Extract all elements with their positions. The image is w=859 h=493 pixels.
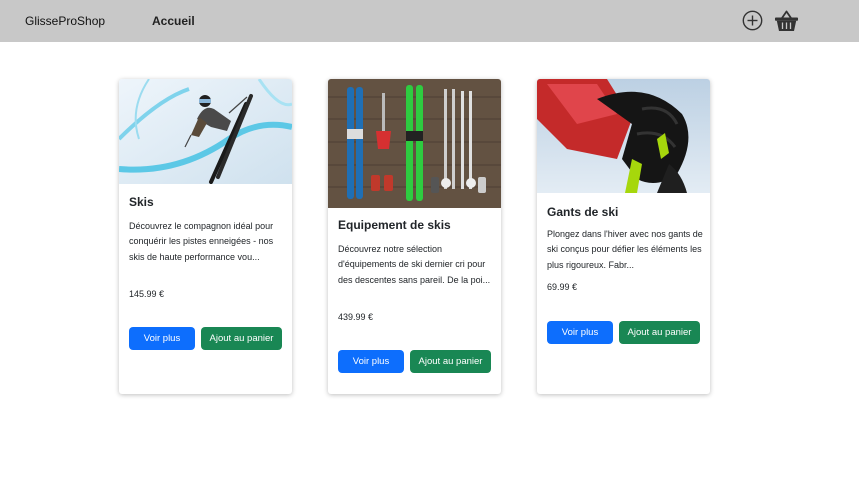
product-title: Equipement de skis <box>338 218 451 232</box>
basket-icon[interactable] <box>774 9 799 33</box>
navbar: GlisseProShop Accueil <box>0 0 859 42</box>
plus-circle-icon[interactable] <box>742 10 763 31</box>
product-image-ski-gloves[interactable] <box>537 79 710 193</box>
add-to-cart-button[interactable]: Ajout au panier <box>410 350 491 373</box>
product-card-ski-gloves: Gants de ski Plongez dans l'hiver avec n… <box>537 79 710 394</box>
product-image-ski-equipment[interactable] <box>328 79 501 208</box>
product-description: Découvrez le compagnon idéal pour conqué… <box>129 221 274 262</box>
view-more-button[interactable]: Voir plus <box>547 321 613 344</box>
product-description: Plongez dans l'hiver avec nos gants de s… <box>547 229 703 270</box>
product-title: Gants de ski <box>547 205 619 219</box>
add-to-cart-button[interactable]: Ajout au panier <box>619 321 700 344</box>
product-price: 69.99 € <box>547 282 578 292</box>
brand-logo[interactable]: GlisseProShop <box>25 14 105 28</box>
product-price: 439.99 € <box>338 312 374 322</box>
nav-link-home[interactable]: Accueil <box>152 14 195 28</box>
product-description: Découvrez notre sélection d'équipements … <box>338 244 491 285</box>
add-to-cart-button[interactable]: Ajout au panier <box>201 327 282 350</box>
view-more-button[interactable]: Voir plus <box>129 327 195 350</box>
product-title: Skis <box>129 195 154 209</box>
product-card-skis: Skis Découvrez le compagnon idéal pour c… <box>119 79 292 394</box>
product-card-ski-equipment: Equipement de skis Découvrez notre sélec… <box>328 79 501 394</box>
product-image-skis[interactable] <box>119 79 292 184</box>
view-more-button[interactable]: Voir plus <box>338 350 404 373</box>
product-price: 145.99 € <box>129 289 165 299</box>
